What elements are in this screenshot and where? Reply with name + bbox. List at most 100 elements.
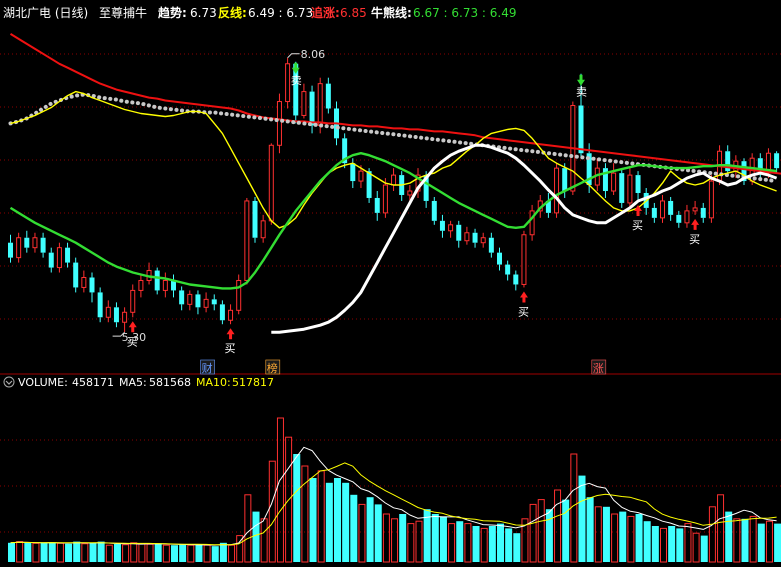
candle-body: [65, 247, 71, 263]
candle-body: [48, 252, 54, 268]
fan-label: 反线:: [218, 5, 247, 20]
volume-bar: [676, 528, 684, 562]
volume-bar: [8, 542, 15, 562]
buy-signal-label: 买: [689, 233, 700, 246]
kline-chart[interactable]: 买买买买买卖卖8.065.30财榜涨 湖北广电 (日线) 至尊捕牛 趋势: 6.…: [0, 0, 781, 567]
sell-signal-label: 卖: [291, 74, 302, 87]
volume-bar: [602, 506, 610, 562]
candle-body: [448, 224, 454, 232]
volume-bar: [480, 527, 488, 563]
candle-body: [24, 237, 30, 248]
volume-bar: [708, 506, 716, 563]
volume-bar: [513, 533, 521, 562]
candle-body: [464, 232, 470, 242]
volume-bar: [545, 509, 553, 562]
candle-body: [619, 173, 625, 203]
volume-bar: [562, 499, 570, 562]
volume-bar: [179, 544, 187, 562]
candle-body: [676, 214, 682, 223]
buy-arrow-icon: [519, 291, 528, 303]
price-panel: 买买买买买卖卖8.065.30财榜涨: [8, 33, 781, 375]
volume-bar: [725, 511, 733, 562]
buy-arrow-icon: [226, 328, 235, 340]
candle-body: [56, 247, 62, 269]
candle-body: [513, 274, 519, 285]
volume-bar: [48, 542, 56, 562]
high-price-pointer: [287, 53, 300, 59]
candle-body: [32, 237, 38, 249]
volume-bar: [684, 523, 692, 563]
volume-bar: [651, 526, 659, 562]
volume-bar: [586, 497, 594, 562]
volume-bar: [219, 542, 227, 562]
ma5-value: 581568: [149, 376, 191, 389]
candle-body: [8, 242, 13, 258]
candle-body: [113, 307, 119, 323]
volume-bar: [138, 543, 146, 563]
volume-ma5-line: [10, 446, 777, 546]
volume-bar: [765, 520, 773, 563]
event-marker-label: 涨: [593, 362, 604, 375]
candle-body: [700, 207, 706, 218]
volume-bar: [293, 454, 301, 562]
volume-bar: [105, 544, 113, 563]
candle-body: [244, 200, 250, 281]
volume-bar: [301, 465, 309, 563]
candle-body: [488, 237, 494, 253]
buy-signal-label: 买: [518, 305, 529, 318]
candle-body: [301, 91, 307, 116]
candle-body: [578, 105, 584, 154]
volume-bar: [40, 542, 48, 562]
candle-body: [521, 234, 527, 285]
volume-bar: [594, 506, 602, 563]
volume-bar: [334, 478, 341, 562]
volume-bar: [692, 532, 700, 563]
volume-bar: [350, 494, 358, 562]
volume-bar: [472, 526, 480, 562]
volume-bar: [619, 511, 627, 562]
candle-body: [162, 279, 168, 291]
volume-bar: [65, 543, 73, 562]
sell-signal-label: 卖: [576, 86, 587, 99]
volume-bar: [668, 526, 676, 562]
candle-body: [497, 252, 502, 265]
candle-body: [407, 190, 413, 196]
candle-body: [358, 170, 364, 182]
volume-ma10-line: [10, 462, 777, 546]
volume-bar: [431, 514, 439, 562]
volume-bar: [260, 518, 268, 563]
candle-body: [350, 163, 356, 182]
candle-body: [154, 270, 160, 291]
candle-body: [627, 174, 633, 204]
candle-body: [317, 83, 323, 126]
chevron-down-icon[interactable]: [3, 376, 15, 388]
volume-bar: [24, 542, 32, 562]
volume-bar: [391, 518, 399, 563]
volume-bar: [717, 494, 725, 563]
volume-bar: [309, 478, 317, 562]
volume-bar: [554, 489, 562, 563]
volume-bar: [211, 546, 219, 562]
volume-bar: [187, 544, 195, 563]
candle-body: [692, 207, 698, 212]
volume-bar: [32, 542, 40, 563]
volume-bar: [578, 475, 586, 562]
volume-bar: [749, 515, 757, 563]
volume-bar: [627, 515, 635, 563]
candle-body: [260, 220, 266, 239]
candle-body: [211, 299, 217, 305]
volume-bar: [733, 518, 741, 563]
volume-bar: [611, 513, 619, 563]
volume-bar: [325, 482, 333, 562]
candle-body: [480, 237, 486, 244]
volume-bar: [448, 523, 456, 563]
volume-bar: [268, 460, 276, 563]
candle-body: [635, 175, 641, 193]
candle-body: [97, 292, 103, 318]
volume-bar: [407, 523, 415, 563]
volume-panel: [8, 417, 781, 563]
volume-bar: [195, 544, 203, 562]
ma5-label: MA5:: [119, 376, 147, 389]
candle-body: [660, 200, 665, 219]
volume-bar: [122, 544, 130, 563]
